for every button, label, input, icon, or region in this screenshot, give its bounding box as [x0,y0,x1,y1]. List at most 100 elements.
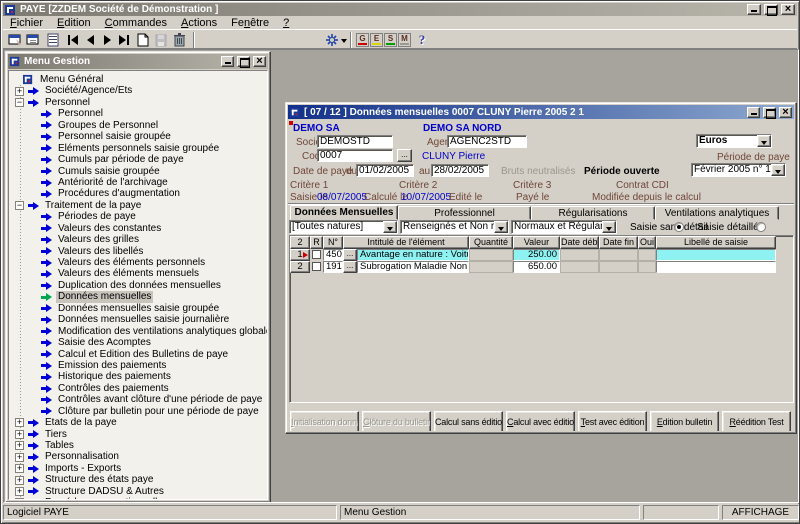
tab-ventilations-analytiques[interactable]: Ventilations analytiques [655,206,779,220]
column-header[interactable]: Libellé de saisie [656,236,776,249]
tab-professionnel[interactable]: Professionnel [398,206,531,220]
minimize-button[interactable] [747,4,761,15]
tree-item[interactable]: +Personnalisation [9,451,267,462]
form-maximize-button[interactable] [763,107,776,118]
code-input[interactable] [317,149,393,162]
tree-item[interactable]: Calcul et Edition des Bulletins de paye [9,349,267,360]
plus-expander-icon[interactable]: + [15,476,24,485]
delete-record-icon[interactable] [171,32,187,48]
tree-item[interactable]: Saisie des Acomptes [9,337,267,348]
last-record-icon[interactable] [116,32,132,48]
filter-dropdown-icon[interactable] [602,221,616,233]
plus-expander-icon[interactable]: + [15,453,24,462]
tree-item[interactable]: Contrôles avant clôture d'une période de… [9,394,267,405]
tree-item[interactable]: Personnel [9,108,267,119]
tree-item[interactable]: +Procédures exceptionnelles [9,497,267,500]
save-record-icon[interactable] [153,32,169,48]
tree-item[interactable]: Emission des paiements [9,360,267,371]
tree-item[interactable]: Valeurs des libellés [9,246,267,257]
tree-item[interactable]: −Personnel [9,97,267,108]
tree-item[interactable]: +Société/Agence/Ets [9,85,267,96]
tree-item[interactable]: Valeurs des éléments mensuels [9,268,267,279]
tree-item[interactable]: +Structure DADSU & Autres [9,486,267,497]
nature-filter-select[interactable]: [Toutes natures] [289,220,398,234]
tree-item[interactable]: Modification des ventilations analytique… [9,326,267,337]
element-lookup-button[interactable]: ... [343,249,357,261]
tree-item[interactable]: +Imports - Exports [9,463,267,474]
menu-fentre[interactable]: Fenêtre [224,17,276,29]
tree-item[interactable]: +Structure des états paye [9,474,267,485]
form-close-button[interactable] [779,107,792,118]
letter-m-icon[interactable]: M [398,33,411,47]
tree-item[interactable]: Duplication des données mensuelles [9,280,267,291]
saisie-detaillee-radio[interactable] [756,222,766,232]
tree-item[interactable]: Valeurs des grilles [9,234,267,245]
previous-record-icon[interactable] [82,32,98,48]
close-button[interactable] [781,4,795,15]
menu-?[interactable]: ? [276,17,296,29]
menu-fichier[interactable]: Fichier [3,17,50,29]
tree-item[interactable]: Groupes de Personnel [9,120,267,131]
element-code-cell[interactable]: 191 [323,261,343,273]
minus-expander-icon[interactable]: − [15,98,24,107]
libelle-saisie-cell[interactable] [656,261,776,273]
code-lookup-button[interactable]: ... [397,149,412,162]
intitule-cell[interactable]: Subrogation Maladie Non Professionn [357,261,469,273]
edit-form-icon[interactable] [25,32,41,48]
column-header[interactable]: 2 [290,236,310,249]
date-to-input[interactable] [431,164,489,177]
réédition-test-button[interactable]: Réédition Test [722,411,791,431]
column-header[interactable]: Valeur [513,236,560,249]
plus-expander-icon[interactable]: + [15,487,24,496]
valeur-cell[interactable]: 650.00 [513,261,560,273]
column-header[interactable]: Intitulé de l'élément [343,236,469,249]
tree-item[interactable]: Historique des paiements [9,371,267,382]
letter-s-icon[interactable]: S [384,33,397,47]
filter-dropdown-icon[interactable] [494,221,508,233]
tree-item[interactable]: Antériorité de l'archivage [9,177,267,188]
form-minimize-button[interactable] [747,107,760,118]
tree-item[interactable]: Valeurs des constantes [9,223,267,234]
element-lookup-button[interactable]: ... [343,261,357,273]
normaux-filter-select[interactable]: Normaux et Régularisations [511,220,617,234]
plus-expander-icon[interactable]: + [15,418,24,427]
tree-item[interactable]: −Traitement de la paye [9,200,267,211]
settings-gear-icon[interactable] [325,32,347,48]
tree-item[interactable]: Eléments personnels saisie groupée [9,143,267,154]
column-header[interactable]: R [310,236,323,249]
plus-expander-icon[interactable]: + [15,464,24,473]
tree-item[interactable]: +Tables [9,440,267,451]
tree-maximize-button[interactable] [237,56,250,67]
tree-item[interactable]: +Etats de la paye [9,417,267,428]
plus-expander-icon[interactable]: + [15,430,24,439]
element-code-cell[interactable]: 450 [323,249,343,261]
first-record-icon[interactable] [65,32,81,48]
tree-root[interactable]: Menu Général [9,74,267,85]
column-header[interactable]: Date fin [599,236,638,249]
maximize-button[interactable] [764,4,778,15]
list-view-icon[interactable] [45,32,61,48]
tree-item[interactable]: Personnel saisie groupée [9,131,267,142]
open-form-icon[interactable] [7,32,23,48]
tree-item[interactable]: Clôture par bulletin pour une période de… [9,406,267,417]
menu-commandes[interactable]: Commandes [98,17,174,29]
plus-expander-icon[interactable]: + [15,498,24,500]
tab-données-mensuelles[interactable]: Données Mensuelles [290,205,398,220]
column-header[interactable]: Date début [560,236,599,249]
tree-item[interactable]: Procédures d'augmentation [9,188,267,199]
societe-input[interactable] [317,135,393,148]
tree-item[interactable]: +Tiers [9,429,267,440]
filter-dropdown-icon[interactable] [383,221,397,233]
calcul-sans-édition-button[interactable]: Calcul sans édition [434,411,503,431]
intitule-cell[interactable]: Avantage en nature : Voiture [357,249,469,261]
letter-e-icon[interactable]: E [370,33,383,47]
renseignes-filter-select[interactable]: Renseignés et Non renseignés [400,220,509,234]
menu-actions[interactable]: Actions [174,17,224,29]
column-header[interactable]: N° [323,236,343,249]
tree-item[interactable]: Périodes de paye [9,211,267,222]
column-header[interactable]: Oui [638,236,656,249]
edition-bulletin-button[interactable]: Edition bulletin [650,411,719,431]
saisie-sans-detail-radio[interactable] [674,222,684,232]
tree-item[interactable]: Contrôles des paiements [9,383,267,394]
valeur-cell[interactable]: 250.00 [513,249,560,261]
